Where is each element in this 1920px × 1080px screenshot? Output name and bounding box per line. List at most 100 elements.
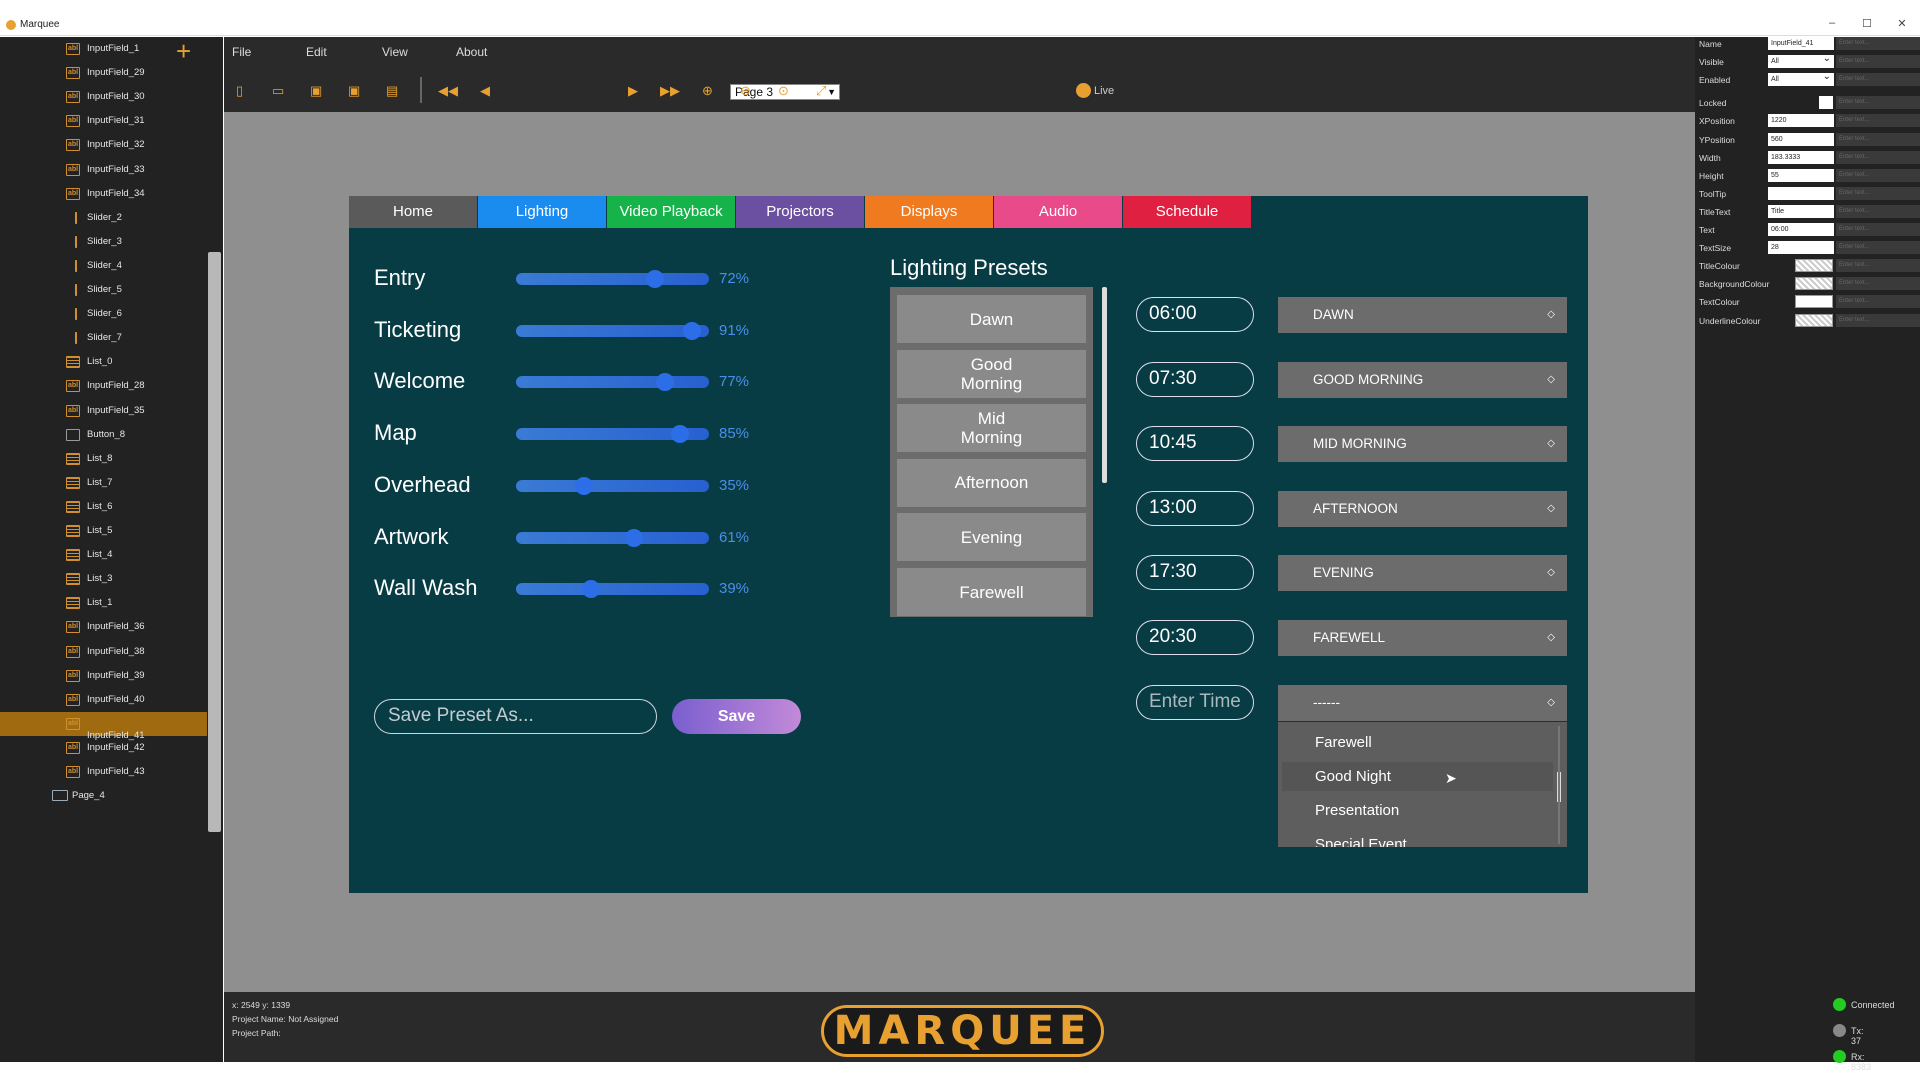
slider-knob[interactable] bbox=[682, 321, 701, 340]
prop-value[interactable]: All bbox=[1768, 70, 1834, 87]
prop-value[interactable]: 1220 bbox=[1768, 114, 1834, 128]
prop-value[interactable]: 183.3333 bbox=[1768, 150, 1834, 164]
schedule-time-input[interactable]: 13:00 bbox=[1136, 490, 1254, 526]
tab-video-playback[interactable]: Video Playback bbox=[607, 196, 735, 228]
tab-audio[interactable]: Audio bbox=[994, 196, 1122, 228]
schedule-preset-select[interactable]: MID MORNING ◇ bbox=[1278, 426, 1567, 462]
prop-expression[interactable]: Enter text... bbox=[1836, 37, 1920, 50]
tree-item[interactable]: Page_4 bbox=[0, 784, 207, 808]
tree-item[interactable]: abl InputField_33 bbox=[0, 158, 207, 182]
tree-item[interactable]: abl InputField_41 bbox=[0, 711, 207, 741]
tree-item[interactable]: List_5 bbox=[0, 519, 207, 543]
tree-item[interactable]: List_7 bbox=[0, 471, 207, 495]
new-preset-select[interactable]: ------ ◇ bbox=[1278, 685, 1567, 721]
slider-track[interactable] bbox=[516, 580, 709, 599]
tree-item[interactable]: List_4 bbox=[0, 543, 207, 567]
slider-knob[interactable] bbox=[574, 476, 593, 495]
schedule-time-input[interactable]: 10:45 bbox=[1136, 426, 1254, 461]
prop-expression[interactable]: Enter text... bbox=[1836, 150, 1920, 164]
preset-button[interactable]: Farewell bbox=[897, 568, 1086, 616]
prop-expression[interactable]: Enter text... bbox=[1836, 277, 1920, 291]
prop-value[interactable]: 06:00 bbox=[1768, 223, 1834, 236]
live-toggle[interactable]: Live bbox=[1076, 83, 1114, 98]
schedule-preset-select[interactable]: FAREWELL ◇ bbox=[1278, 619, 1567, 656]
tree-item[interactable]: abl InputField_40 bbox=[0, 688, 207, 712]
prop-value[interactable]: InputField_41 bbox=[1768, 37, 1834, 50]
prop-value[interactable]: All bbox=[1768, 52, 1834, 69]
tree-item[interactable]: abl InputField_34 bbox=[0, 182, 207, 206]
dropdown-option[interactable]: Good Night bbox=[1282, 762, 1553, 791]
prop-color-swatch[interactable] bbox=[1795, 313, 1833, 327]
prop-expression[interactable]: Enter text... bbox=[1836, 132, 1920, 146]
schedule-preset-select[interactable]: GOOD MORNING ◇ bbox=[1278, 361, 1567, 398]
prop-value[interactable]: 55 bbox=[1768, 168, 1834, 182]
close-button[interactable]: ✕ bbox=[1892, 17, 1912, 30]
prop-expression[interactable]: Enter text... bbox=[1836, 114, 1920, 128]
menu-view[interactable]: View bbox=[382, 45, 408, 59]
tree-item[interactable]: abl InputField_35 bbox=[0, 399, 207, 423]
tab-displays[interactable]: Displays bbox=[865, 196, 993, 228]
prev-page-icon[interactable]: ◀ bbox=[480, 83, 490, 99]
prop-expression[interactable]: Enter text... bbox=[1836, 259, 1920, 273]
tree-item[interactable]: abl InputField_43 bbox=[0, 760, 207, 784]
tree-item[interactable]: Button_8 bbox=[0, 423, 207, 447]
schedule-preset-select[interactable]: AFTERNOON ◇ bbox=[1278, 490, 1567, 527]
slider-knob[interactable] bbox=[645, 270, 664, 288]
preset-button[interactable]: Good Morning bbox=[897, 349, 1086, 398]
prop-color-swatch[interactable] bbox=[1795, 277, 1833, 291]
export-icon[interactable]: ▤ bbox=[386, 83, 398, 99]
schedule-preset-select[interactable]: EVENING ◇ bbox=[1278, 555, 1567, 591]
schedule-time-input[interactable]: 06:00 bbox=[1136, 297, 1254, 332]
fit-screen-icon[interactable]: ⤢ bbox=[816, 83, 826, 99]
tree-item[interactable]: List_1 bbox=[0, 591, 207, 615]
tree-item[interactable]: abl InputField_36 bbox=[0, 615, 207, 639]
preset-list-scrollbar[interactable] bbox=[1102, 287, 1107, 483]
tree-item[interactable]: Slider_4 bbox=[0, 254, 207, 278]
prop-expression[interactable]: Enter text... bbox=[1836, 186, 1920, 200]
tree-item[interactable]: List_0 bbox=[0, 350, 207, 374]
schedule-time-input[interactable]: 07:30 bbox=[1136, 361, 1254, 397]
zoom-reset-icon[interactable]: ⊙ bbox=[778, 83, 789, 99]
tree-scrollbar[interactable] bbox=[208, 252, 221, 832]
prop-expression[interactable]: Enter text... bbox=[1836, 168, 1920, 182]
menu-file[interactable]: File bbox=[232, 45, 251, 59]
preset-button[interactable]: Dawn bbox=[897, 295, 1086, 343]
tree-item[interactable]: abl InputField_30 bbox=[0, 85, 207, 109]
slider-track[interactable] bbox=[516, 476, 709, 495]
tab-lighting[interactable]: Lighting bbox=[478, 196, 606, 228]
tree-item[interactable]: abl InputField_1 bbox=[0, 37, 207, 61]
tree-item[interactable]: Slider_2 bbox=[0, 206, 207, 230]
menu-edit[interactable]: Edit bbox=[306, 45, 327, 59]
dropdown-option[interactable]: Special Event bbox=[1282, 830, 1553, 847]
prop-checkbox[interactable] bbox=[1819, 96, 1833, 110]
minimize-button[interactable]: – bbox=[1822, 17, 1842, 29]
slider-knob[interactable] bbox=[671, 425, 690, 444]
slider-track[interactable] bbox=[516, 270, 709, 288]
prop-expression[interactable]: Enter text... bbox=[1836, 241, 1920, 255]
maximize-button[interactable]: ☐ bbox=[1857, 17, 1877, 30]
preset-button[interactable]: Afternoon bbox=[897, 458, 1086, 507]
prop-color-swatch[interactable] bbox=[1795, 295, 1833, 309]
prop-expression[interactable]: Enter text... bbox=[1836, 295, 1920, 309]
prop-color-swatch[interactable] bbox=[1795, 259, 1833, 273]
slider-track[interactable] bbox=[516, 321, 709, 340]
slider-track[interactable] bbox=[516, 425, 709, 444]
prop-value[interactable]: 560 bbox=[1768, 132, 1834, 146]
tree-item[interactable]: Slider_6 bbox=[0, 302, 207, 326]
tree-item[interactable]: abl InputField_32 bbox=[0, 133, 207, 157]
prop-expression[interactable]: Enter text... bbox=[1836, 204, 1920, 218]
tree-item[interactable]: List_8 bbox=[0, 447, 207, 471]
schedule-time-input[interactable]: 17:30 bbox=[1136, 555, 1254, 590]
menu-about[interactable]: About bbox=[456, 45, 487, 59]
prop-value[interactable]: Title bbox=[1768, 204, 1834, 218]
tree-item[interactable]: Slider_5 bbox=[0, 278, 207, 302]
tab-home[interactable]: Home bbox=[349, 196, 477, 228]
open-folder-icon[interactable]: ▭ bbox=[272, 83, 284, 99]
dropdown-option[interactable]: Presentation bbox=[1282, 796, 1553, 825]
tree-item[interactable]: Slider_3 bbox=[0, 230, 207, 254]
tree-item[interactable]: abl InputField_38 bbox=[0, 640, 207, 664]
dropdown-option[interactable]: Farewell bbox=[1282, 728, 1553, 757]
tree-item[interactable]: List_6 bbox=[0, 495, 207, 519]
tree-item[interactable]: abl InputField_31 bbox=[0, 109, 207, 133]
preset-button[interactable]: Mid Morning bbox=[897, 404, 1086, 453]
